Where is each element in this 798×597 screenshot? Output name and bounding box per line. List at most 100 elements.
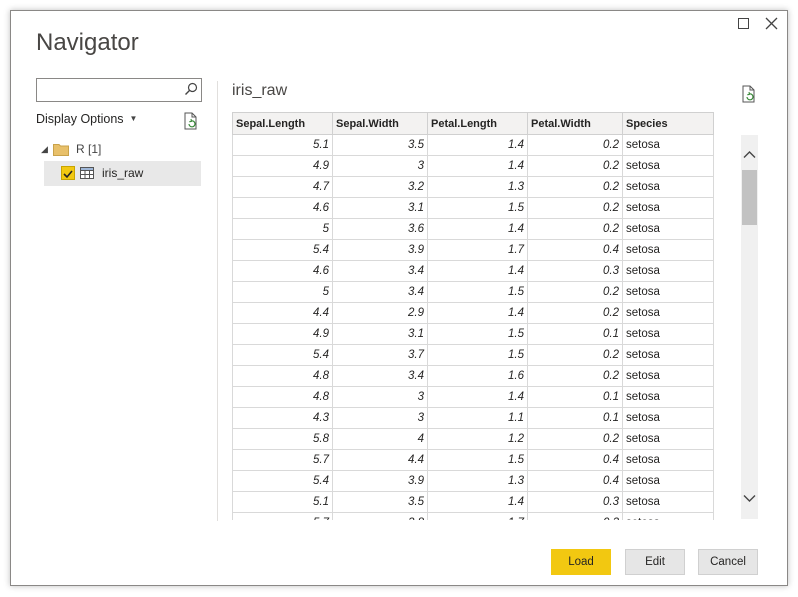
tree-item-label: iris_raw [102,166,144,180]
table-cell: 1.3 [427,176,528,198]
table-cell: 1.7 [427,239,528,261]
preview-table: Sepal.Length Sepal.Width Petal.Length Petal… [232,112,714,520]
table-row: 4.8 3 1.4 0.1 setosa [232,386,714,408]
scroll-up-icon[interactable] [743,146,756,164]
table-cell: 3.5 [332,134,428,156]
table-cell: 0.3 [527,260,623,282]
table-cell: 0.4 [527,449,623,471]
table-row: 5.1 3.5 1.4 0.2 setosa [232,134,714,156]
table-cell: setosa [622,512,714,520]
vertical-scrollbar[interactable] [741,135,758,519]
table-row: 4.9 3.1 1.5 0.1 setosa [232,323,714,345]
table-cell: 0.4 [527,239,623,261]
table-cell: 5.4 [232,344,333,366]
preview-table-container[interactable]: Sepal.Length Sepal.Width Petal.Length Petal… [232,112,715,520]
table-cell: 4.6 [232,197,333,219]
table-cell: 1.4 [427,218,528,240]
table-cell: 4.4 [232,302,333,324]
checkbox-checked-icon[interactable] [61,166,75,180]
column-header[interactable]: Species [622,112,714,135]
table-cell: setosa [622,344,714,366]
table-cell: setosa [622,155,714,177]
table-header-row: Sepal.Length Sepal.Width Petal.Length Petal… [232,112,714,135]
column-header[interactable]: Sepal.Length [232,112,333,135]
tree-item-iris-raw[interactable]: iris_raw [44,161,201,186]
table-cell: 4.9 [232,323,333,345]
table-icon [80,166,94,184]
table-cell: setosa [622,260,714,282]
column-header[interactable]: Petal.Width [527,112,623,135]
table-cell: 0.3 [527,512,623,520]
table-cell: setosa [622,365,714,387]
table-cell: 0.2 [527,197,623,219]
table-row: 4.4 2.9 1.4 0.2 setosa [232,302,714,324]
table-cell: 0.2 [527,155,623,177]
column-header[interactable]: Petal.Length [427,112,528,135]
table-cell: 5.8 [232,428,333,450]
table-cell: 3.1 [332,197,428,219]
table-cell: 3.9 [332,470,428,492]
refresh-preview-icon[interactable] [741,85,757,108]
table-cell: setosa [622,386,714,408]
edit-button[interactable]: Edit [625,549,685,575]
table-cell: setosa [622,470,714,492]
cancel-button[interactable]: Cancel [698,549,758,575]
dialog-title: Navigator [36,29,139,56]
table-cell: 0.2 [527,134,623,156]
load-button[interactable]: Load [551,549,611,575]
table-cell: 3.1 [332,323,428,345]
table-cell: 3.2 [332,176,428,198]
scroll-down-icon[interactable] [743,490,756,508]
table-cell: 4.8 [232,365,333,387]
table-cell: 0.2 [527,365,623,387]
table-cell: 0.4 [527,470,623,492]
search-input[interactable] [37,79,185,99]
chevron-down-icon: ▼ [129,114,138,123]
close-icon[interactable] [763,15,781,33]
scrollbar-thumb[interactable] [742,170,757,225]
table-cell: 1.4 [427,134,528,156]
maximize-icon[interactable] [735,15,753,33]
table-row: 5 3.4 1.5 0.2 setosa [232,281,714,303]
table-cell: 0.2 [527,176,623,198]
table-cell: 1.4 [427,155,528,177]
table-cell: 5.7 [232,449,333,471]
table-cell: 0.2 [527,344,623,366]
table-cell: setosa [622,197,714,219]
table-body: 5.1 3.5 1.4 0.2 setosa 4.9 3 1.4 0.2 setosa 4.7 3.2… [232,134,714,520]
table-cell: 0.2 [527,428,623,450]
table-cell: 5.4 [232,470,333,492]
table-row: 4.6 3.1 1.5 0.2 setosa [232,197,714,219]
folder-icon [53,143,69,159]
table-row: 4.7 3.2 1.3 0.2 setosa [232,176,714,198]
table-cell: 0.1 [527,323,623,345]
panel-divider [217,81,218,521]
table-cell: 1.4 [427,260,528,282]
table-cell: 2.9 [332,302,428,324]
table-cell: 4.9 [232,155,333,177]
table-cell: 0.2 [527,302,623,324]
table-cell: 0.2 [527,218,623,240]
table-row: 5.73.81.70.3setosa [232,512,714,520]
table-cell: 1.2 [427,428,528,450]
table-cell: 3 [332,386,428,408]
search-field[interactable] [36,78,202,102]
table-cell: 4.6 [232,260,333,282]
table-cell: 0.2 [527,281,623,303]
column-header[interactable]: Sepal.Width [332,112,428,135]
table-row: 5.4 3.9 1.7 0.4 setosa [232,239,714,261]
navigator-dialog: Navigator Display Options ▼ ◢ R [1] iris… [10,10,788,586]
table-row: 5.4 3.9 1.3 0.4 setosa [232,470,714,492]
expand-arrow-icon[interactable]: ◢ [41,144,48,155]
search-icon[interactable] [184,82,198,101]
table-row: 5.7 4.4 1.5 0.4 setosa [232,449,714,471]
table-cell: setosa [622,176,714,198]
table-cell: 1.5 [427,323,528,345]
table-cell: 3 [332,407,428,429]
table-cell: setosa [622,281,714,303]
table-cell: 1.4 [427,302,528,324]
table-row: 5.8 4 1.2 0.2 setosa [232,428,714,450]
table-cell: 1.5 [427,449,528,471]
display-options-dropdown[interactable]: Display Options ▼ [36,112,137,126]
refresh-icon[interactable] [183,112,199,135]
